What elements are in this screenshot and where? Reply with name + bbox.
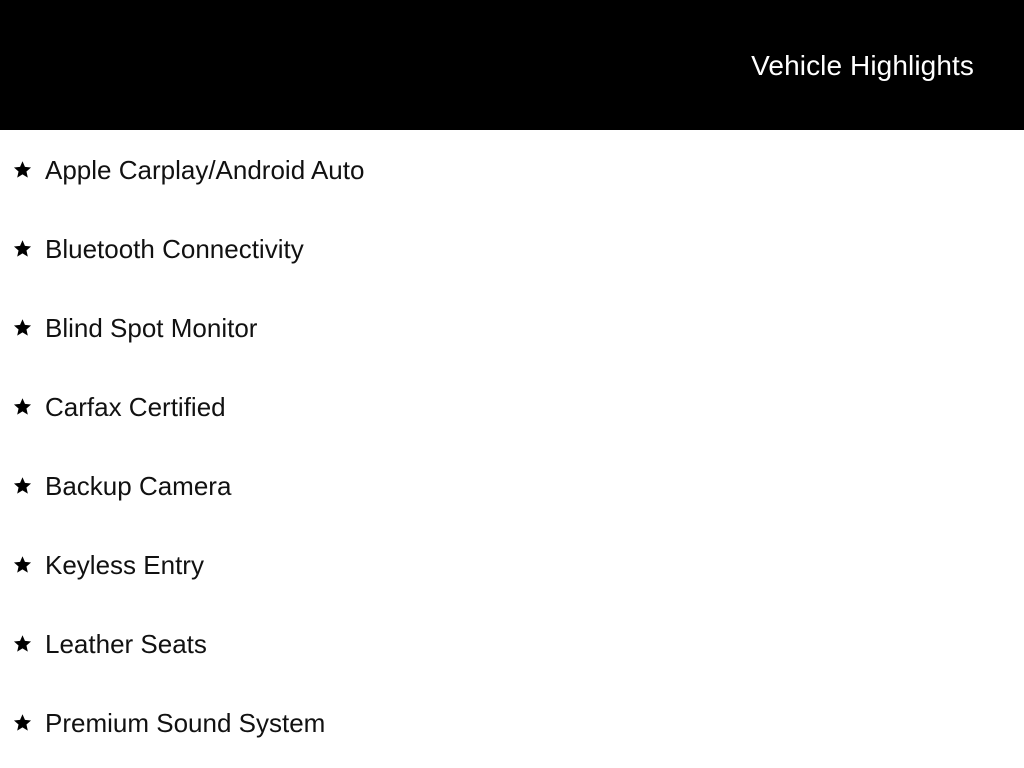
vehicle-highlights-list: Apple Carplay/Android Auto Bluetooth Con… xyxy=(0,130,1024,762)
list-item: Blind Spot Monitor xyxy=(0,288,1024,367)
list-item-label: Backup Camera xyxy=(45,470,232,501)
list-item: Leather Seats xyxy=(0,604,1024,683)
list-item-label: Premium Sound System xyxy=(45,707,326,738)
list-item: Premium Sound System xyxy=(0,683,1024,762)
star-icon xyxy=(12,713,32,733)
list-item: Backup Camera xyxy=(0,446,1024,525)
star-icon xyxy=(12,160,32,180)
star-icon xyxy=(12,239,32,259)
star-icon xyxy=(12,476,32,496)
star-icon xyxy=(12,397,32,417)
list-item-label: Leather Seats xyxy=(45,628,207,659)
list-item: Keyless Entry xyxy=(0,525,1024,604)
list-item-label: Carfax Certified xyxy=(45,391,226,422)
header-band: Vehicle Highlights xyxy=(0,0,1024,130)
star-icon xyxy=(12,318,32,338)
list-item: Apple Carplay/Android Auto xyxy=(0,130,1024,209)
list-item-label: Apple Carplay/Android Auto xyxy=(45,154,365,185)
star-icon xyxy=(12,555,32,575)
list-item: Carfax Certified xyxy=(0,367,1024,446)
star-icon xyxy=(12,634,32,654)
list-item-label: Bluetooth Connectivity xyxy=(45,233,304,264)
page-title: Vehicle Highlights xyxy=(751,50,974,81)
vehicle-highlights-page: Vehicle Highlights Apple Carplay/Android… xyxy=(0,0,1024,768)
list-item: Bluetooth Connectivity xyxy=(0,209,1024,288)
list-item-label: Blind Spot Monitor xyxy=(45,312,258,343)
list-item-label: Keyless Entry xyxy=(45,549,204,580)
